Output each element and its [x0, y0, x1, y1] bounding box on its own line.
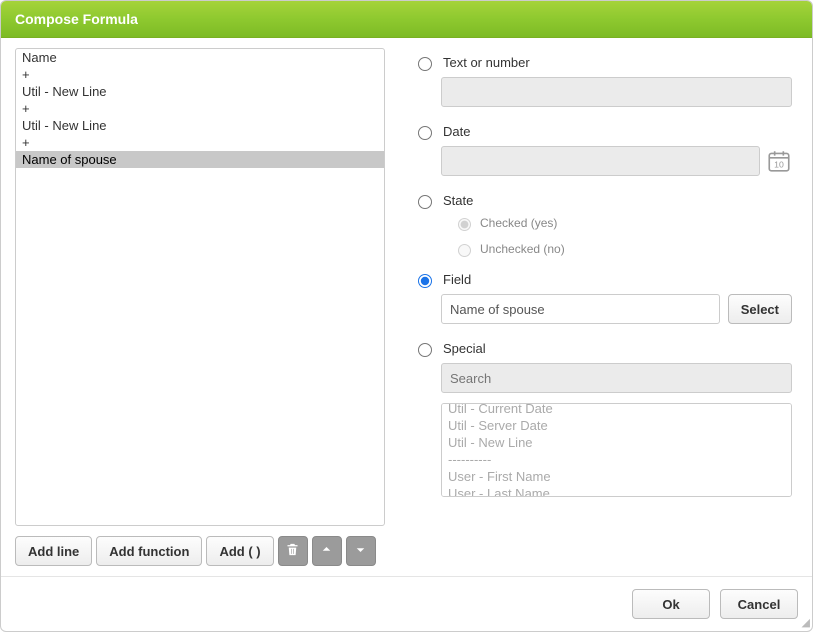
trash-icon — [285, 542, 300, 560]
add-paren-button[interactable]: Add ( ) — [206, 536, 273, 566]
text-or-number-input[interactable] — [441, 77, 792, 107]
state-checked-radio[interactable] — [458, 218, 471, 231]
special-list-item[interactable]: Util - Current Date — [442, 403, 791, 417]
formula-line[interactable]: Util - New Line — [16, 117, 384, 134]
dialog-footer: Ok Cancel ◢ — [1, 576, 812, 631]
special-list-item[interactable]: ---------- — [442, 451, 791, 468]
ok-button[interactable]: Ok — [632, 589, 710, 619]
chevron-up-icon — [319, 542, 334, 560]
state-checked-label: Checked (yes) — [480, 216, 557, 230]
resize-grip-icon: ◢ — [802, 616, 810, 629]
state-unchecked-label: Unchecked (no) — [480, 242, 565, 256]
state-checked-row[interactable]: Checked (yes) — [453, 215, 792, 231]
text-or-number-option[interactable]: Text or number — [413, 54, 792, 71]
state-unchecked-row[interactable]: Unchecked (no) — [453, 241, 792, 257]
text-or-number-radio[interactable] — [418, 57, 432, 71]
special-radio[interactable] — [418, 343, 432, 357]
special-list-item[interactable]: User - First Name — [442, 468, 791, 485]
svg-text:10: 10 — [774, 160, 784, 170]
dialog-title: Compose Formula — [1, 1, 812, 38]
special-list-item[interactable]: Util - Server Date — [442, 417, 791, 434]
formula-line[interactable]: Name — [16, 49, 384, 66]
formula-line[interactable]: + — [16, 100, 384, 117]
formula-line[interactable]: + — [16, 134, 384, 151]
dialog-body: Name+Util - New Line+Util - New Line+Nam… — [1, 38, 812, 576]
special-list-item[interactable]: User - Last Name — [442, 485, 791, 497]
calendar-icon[interactable]: 10 — [766, 147, 792, 175]
text-or-number-label: Text or number — [443, 55, 530, 70]
move-up-button[interactable] — [312, 536, 342, 566]
add-function-button[interactable]: Add function — [96, 536, 202, 566]
formula-pane: Name+Util - New Line+Util - New Line+Nam… — [15, 48, 385, 566]
state-sub-options: Checked (yes) Unchecked (no) — [453, 215, 792, 257]
field-radio[interactable] — [418, 274, 432, 288]
state-option[interactable]: State — [413, 192, 792, 209]
date-radio[interactable] — [418, 126, 432, 140]
state-unchecked-radio[interactable] — [458, 244, 471, 257]
special-search-input[interactable] — [441, 363, 792, 393]
field-option[interactable]: Field — [413, 271, 792, 288]
special-label: Special — [443, 341, 486, 356]
special-list-item[interactable]: Util - New Line — [442, 434, 791, 451]
state-radio[interactable] — [418, 195, 432, 209]
formula-list[interactable]: Name+Util - New Line+Util - New Line+Nam… — [15, 48, 385, 526]
move-down-button[interactable] — [346, 536, 376, 566]
delete-button[interactable] — [278, 536, 308, 566]
compose-formula-dialog: Compose Formula Name+Util - New Line+Uti… — [0, 0, 813, 632]
field-value-input[interactable] — [441, 294, 720, 324]
date-option[interactable]: Date — [413, 123, 792, 140]
state-label: State — [443, 193, 473, 208]
field-label: Field — [443, 272, 471, 287]
add-line-button[interactable]: Add line — [15, 536, 92, 566]
date-label: Date — [443, 124, 470, 139]
chevron-down-icon — [353, 542, 368, 560]
formula-line[interactable]: Name of spouse — [16, 151, 384, 168]
formula-line[interactable]: Util - New Line — [16, 83, 384, 100]
expression-type-pane: Text or number Date 10 — [413, 48, 798, 566]
select-field-button[interactable]: Select — [728, 294, 792, 324]
formula-toolbar: Add line Add function Add ( ) — [15, 536, 385, 566]
date-input[interactable] — [441, 146, 760, 176]
special-list[interactable]: Util - Current DateUtil - Server DateUti… — [441, 403, 792, 497]
special-option[interactable]: Special — [413, 340, 792, 357]
cancel-button[interactable]: Cancel — [720, 589, 798, 619]
formula-line[interactable]: + — [16, 66, 384, 83]
